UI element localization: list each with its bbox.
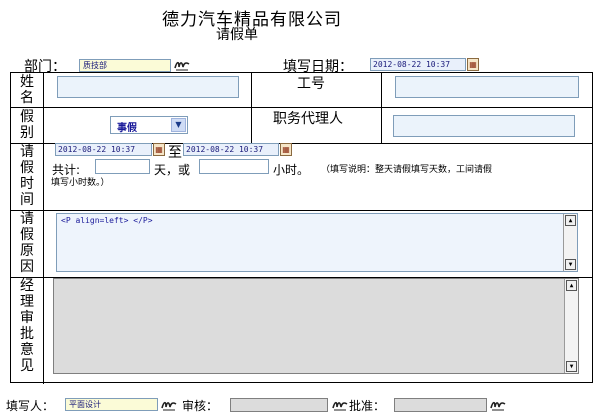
leave-type-select[interactable]: 事假 ▼	[110, 116, 188, 134]
scroll-up-icon[interactable]: ▲	[565, 215, 576, 226]
name-input[interactable]	[57, 76, 239, 98]
reason-scrollbar[interactable]: ▲ ▼	[563, 214, 577, 271]
hours-label: 小时。	[273, 163, 310, 177]
manager-scrollbar[interactable]: ▲ ▼	[564, 279, 578, 373]
filler-label: 填写人：	[6, 399, 55, 413]
leave-type-value: 事假	[117, 123, 137, 134]
review-input[interactable]	[230, 398, 328, 412]
employee-no-label: 工号	[297, 76, 325, 92]
manager-opinion-textarea[interactable]: ▲ ▼	[53, 278, 579, 374]
review-signature-icon[interactable]	[332, 399, 348, 411]
end-calendar-icon[interactable]: ▦	[280, 143, 292, 156]
scroll-up-icon[interactable]: ▲	[566, 280, 577, 291]
to-label: 至	[168, 145, 182, 161]
reason-label: 请假原因	[20, 211, 34, 275]
manager-opinion-label: 经理审批意见	[20, 278, 34, 374]
approve-input[interactable]	[394, 398, 487, 412]
agent-input[interactable]	[393, 115, 575, 137]
filler-signature-icon[interactable]	[161, 399, 177, 411]
approve-label: 批准：	[349, 399, 386, 413]
employee-no-input[interactable]	[395, 76, 579, 98]
form-title: 请假单	[216, 27, 258, 43]
note-text-2: 填写小时数。）	[51, 178, 110, 188]
approve-signature-icon[interactable]	[490, 399, 506, 411]
reason-text: <P align=left> </P>	[61, 216, 153, 225]
name-label: 姓名	[20, 74, 34, 106]
agent-label: 职务代理人	[273, 111, 343, 127]
filler-input[interactable]: 平面设计	[65, 398, 158, 411]
start-date-input[interactable]: 2012-08-22 10:37	[55, 143, 152, 156]
dept-input[interactable]: 质技部	[79, 59, 171, 72]
signature-icon[interactable]	[174, 59, 190, 71]
fill-date-input[interactable]: 2012-08-22 10:37	[370, 58, 466, 71]
days-label: 天，或	[154, 163, 191, 177]
scroll-down-icon[interactable]: ▼	[565, 259, 576, 270]
leave-form-table: 姓名 工号 假别 事假 ▼ 职务代理人 请假时间 2012-08-22 10:3…	[10, 72, 593, 384]
leave-type-label: 假别	[20, 109, 34, 141]
chevron-down-icon[interactable]: ▼	[171, 118, 186, 132]
reason-textarea[interactable]: <P align=left> </P> ▲ ▼	[56, 213, 578, 272]
note-text: （填写说明：整天请假填写天数，工间请假	[321, 165, 493, 175]
scroll-down-icon[interactable]: ▼	[566, 361, 577, 372]
end-date-input[interactable]: 2012-08-22 10:37	[183, 143, 279, 156]
leave-time-label: 请假时间	[20, 144, 34, 208]
calendar-icon[interactable]: ▦	[467, 58, 479, 71]
start-calendar-icon[interactable]: ▦	[153, 143, 165, 156]
hours-input[interactable]	[199, 159, 269, 174]
review-label: 审核：	[182, 399, 219, 413]
days-input[interactable]	[95, 159, 150, 174]
